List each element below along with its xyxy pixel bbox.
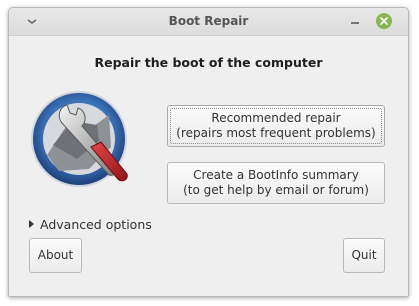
titlebar[interactable]: Boot Repair (9, 8, 408, 36)
wrench-logo-icon (29, 85, 137, 200)
page-heading: Repair the boot of the computer (94, 55, 323, 70)
triangle-right-icon (29, 220, 34, 228)
advanced-options-expander[interactable]: Advanced options (29, 217, 152, 232)
about-button[interactable]: About (29, 238, 82, 273)
focus-ring (170, 108, 382, 144)
quit-button[interactable]: Quit (343, 238, 385, 273)
boot-repair-window: Boot Repair Repair the boot of the compu… (8, 7, 409, 297)
bootinfo-summary-label: Create a BootInfo summary (193, 168, 359, 182)
bootinfo-summary-button[interactable]: Create a BootInfo summary (to get help b… (167, 162, 385, 204)
recommended-repair-button[interactable]: Recommended repair (repairs most frequen… (167, 105, 385, 147)
bootinfo-summary-sublabel: (to get help by email or forum) (183, 183, 369, 197)
close-icon[interactable] (376, 13, 392, 29)
minimize-icon[interactable] (346, 12, 364, 30)
advanced-options-label: Advanced options (40, 217, 152, 232)
